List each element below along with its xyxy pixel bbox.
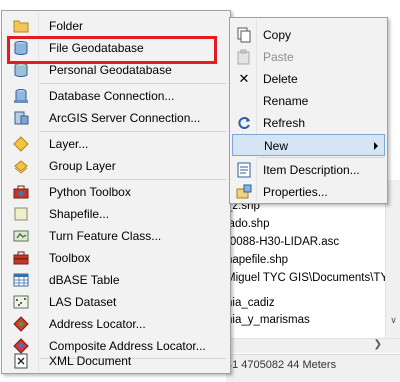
menu-item-label: Toolbox bbox=[49, 251, 91, 265]
catalog-entry[interactable]: Miguel TYC GIS\Documents\TY( bbox=[226, 272, 392, 284]
new-submenu: Folder File Geodatabase Personal Geodata… bbox=[1, 10, 231, 374]
python-toolbox-icon bbox=[13, 185, 29, 199]
menu-item-label: dBASE Table bbox=[49, 273, 120, 287]
group-layer-icon bbox=[14, 160, 28, 174]
menu-item-shapefile[interactable]: Shapefile... bbox=[4, 203, 228, 225]
database-connection-icon bbox=[14, 89, 28, 103]
catalog-entry[interactable]: nia_cadiz bbox=[226, 297, 275, 309]
menu-item-refresh[interactable]: Refresh bbox=[232, 112, 385, 134]
las-dataset-icon bbox=[13, 295, 29, 309]
menu-item-label: New bbox=[264, 139, 289, 153]
menu-item-label: Refresh bbox=[263, 116, 306, 130]
shapefile-icon bbox=[14, 207, 28, 221]
menu-item-new[interactable]: New bbox=[232, 134, 385, 156]
item-description-icon bbox=[237, 162, 251, 178]
menu-item-label: Copy bbox=[263, 28, 292, 42]
menu-item-label: XML Document bbox=[49, 354, 132, 368]
dbase-table-icon bbox=[13, 273, 29, 287]
catalog-entry[interactable]: lado.shp bbox=[226, 218, 269, 230]
layer-icon bbox=[13, 136, 29, 152]
menu-item-copy[interactable]: Copy bbox=[232, 24, 385, 46]
menu-item-turn-feature-class[interactable]: Turn Feature Class... bbox=[4, 225, 228, 247]
properties-icon bbox=[236, 184, 252, 199]
menu-item-label: Item Description... bbox=[263, 163, 360, 177]
menu-item-label: Group Layer bbox=[49, 159, 116, 173]
menu-item-xml-document[interactable]: XML Document bbox=[4, 350, 228, 372]
menu-item-paste[interactable]: Paste bbox=[232, 46, 385, 68]
menu-item-label: Delete bbox=[263, 72, 298, 86]
highlight-box bbox=[7, 36, 217, 64]
context-menu: Copy Paste ✕ Delete Rename Refresh New I… bbox=[229, 17, 388, 204]
menu-item-rename[interactable]: Rename bbox=[232, 90, 385, 112]
menu-separator bbox=[258, 157, 385, 158]
menu-item-group-layer[interactable]: Group Layer bbox=[4, 155, 228, 177]
menu-item-label: Personal Geodatabase bbox=[49, 63, 172, 77]
arcgis-server-connection-icon bbox=[14, 111, 29, 125]
menu-item-toolbox[interactable]: Toolbox bbox=[4, 247, 228, 269]
menu-item-dbase-table[interactable]: dBASE Table bbox=[4, 269, 228, 291]
menu-item-database-connection[interactable]: Database Connection... bbox=[4, 85, 228, 107]
menu-item-delete[interactable]: ✕ Delete bbox=[232, 68, 385, 90]
menu-item-label: Rename bbox=[263, 94, 309, 108]
catalog-entry[interactable]: nia_y_marismas bbox=[226, 314, 310, 326]
menu-item-label: Folder bbox=[49, 19, 84, 33]
catalog-entry[interactable]: hapefile.shp bbox=[226, 254, 288, 266]
menu-item-address-locator[interactable]: Address Locator... bbox=[4, 313, 228, 335]
status-bar: 41 4705082 44 Meters bbox=[226, 354, 400, 382]
copy-icon bbox=[237, 27, 251, 43]
menu-item-label: Shapefile... bbox=[49, 207, 110, 221]
menu-item-folder[interactable]: Folder bbox=[4, 15, 228, 37]
menu-item-layer[interactable]: Layer... bbox=[4, 133, 228, 155]
menu-separator bbox=[40, 83, 226, 84]
menu-item-label: Layer... bbox=[49, 137, 89, 151]
menu-item-label: Properties... bbox=[263, 185, 328, 199]
xml-document-icon bbox=[14, 353, 28, 369]
menu-item-properties[interactable]: Properties... bbox=[232, 181, 385, 203]
menu-item-item-description[interactable]: Item Description... bbox=[232, 159, 385, 181]
horizontal-scrollbar[interactable]: ❯ bbox=[226, 338, 400, 353]
menu-item-label: LAS Dataset bbox=[49, 295, 117, 309]
menu-item-las-dataset[interactable]: LAS Dataset bbox=[4, 291, 228, 313]
vertical-scrollbar[interactable]: ∨ bbox=[385, 180, 400, 340]
menu-item-arcgis-server-connection[interactable]: ArcGIS Server Connection... bbox=[4, 107, 228, 129]
menu-separator bbox=[40, 179, 226, 180]
delete-icon: ✕ bbox=[238, 71, 250, 86]
menu-item-label: Python Toolbox bbox=[49, 185, 131, 199]
toolbox-icon bbox=[13, 251, 29, 265]
menu-item-label: ArcGIS Server Connection... bbox=[49, 111, 201, 125]
submenu-arrow-icon bbox=[374, 142, 378, 150]
menu-separator bbox=[40, 131, 226, 132]
refresh-icon bbox=[238, 117, 250, 129]
scroll-right-arrow-icon[interactable]: ❯ bbox=[374, 339, 382, 350]
scroll-down-arrow-icon[interactable]: ∨ bbox=[386, 315, 400, 327]
folder-icon bbox=[13, 20, 29, 33]
menu-item-label: Database Connection... bbox=[49, 89, 175, 103]
catalog-entry[interactable]: -0088-H30-LIDAR.asc bbox=[226, 236, 339, 248]
turn-feature-class-icon bbox=[13, 230, 29, 242]
paste-icon bbox=[237, 49, 250, 65]
menu-item-python-toolbox[interactable]: Python Toolbox bbox=[4, 181, 228, 203]
status-text: 41 4705082 44 Meters bbox=[226, 359, 337, 371]
address-locator-icon bbox=[13, 316, 29, 332]
menu-item-label: Paste bbox=[263, 50, 294, 64]
personal-geodatabase-icon bbox=[14, 63, 28, 78]
menu-item-label: Address Locator... bbox=[49, 317, 146, 331]
menu-item-label: Turn Feature Class... bbox=[49, 229, 162, 243]
